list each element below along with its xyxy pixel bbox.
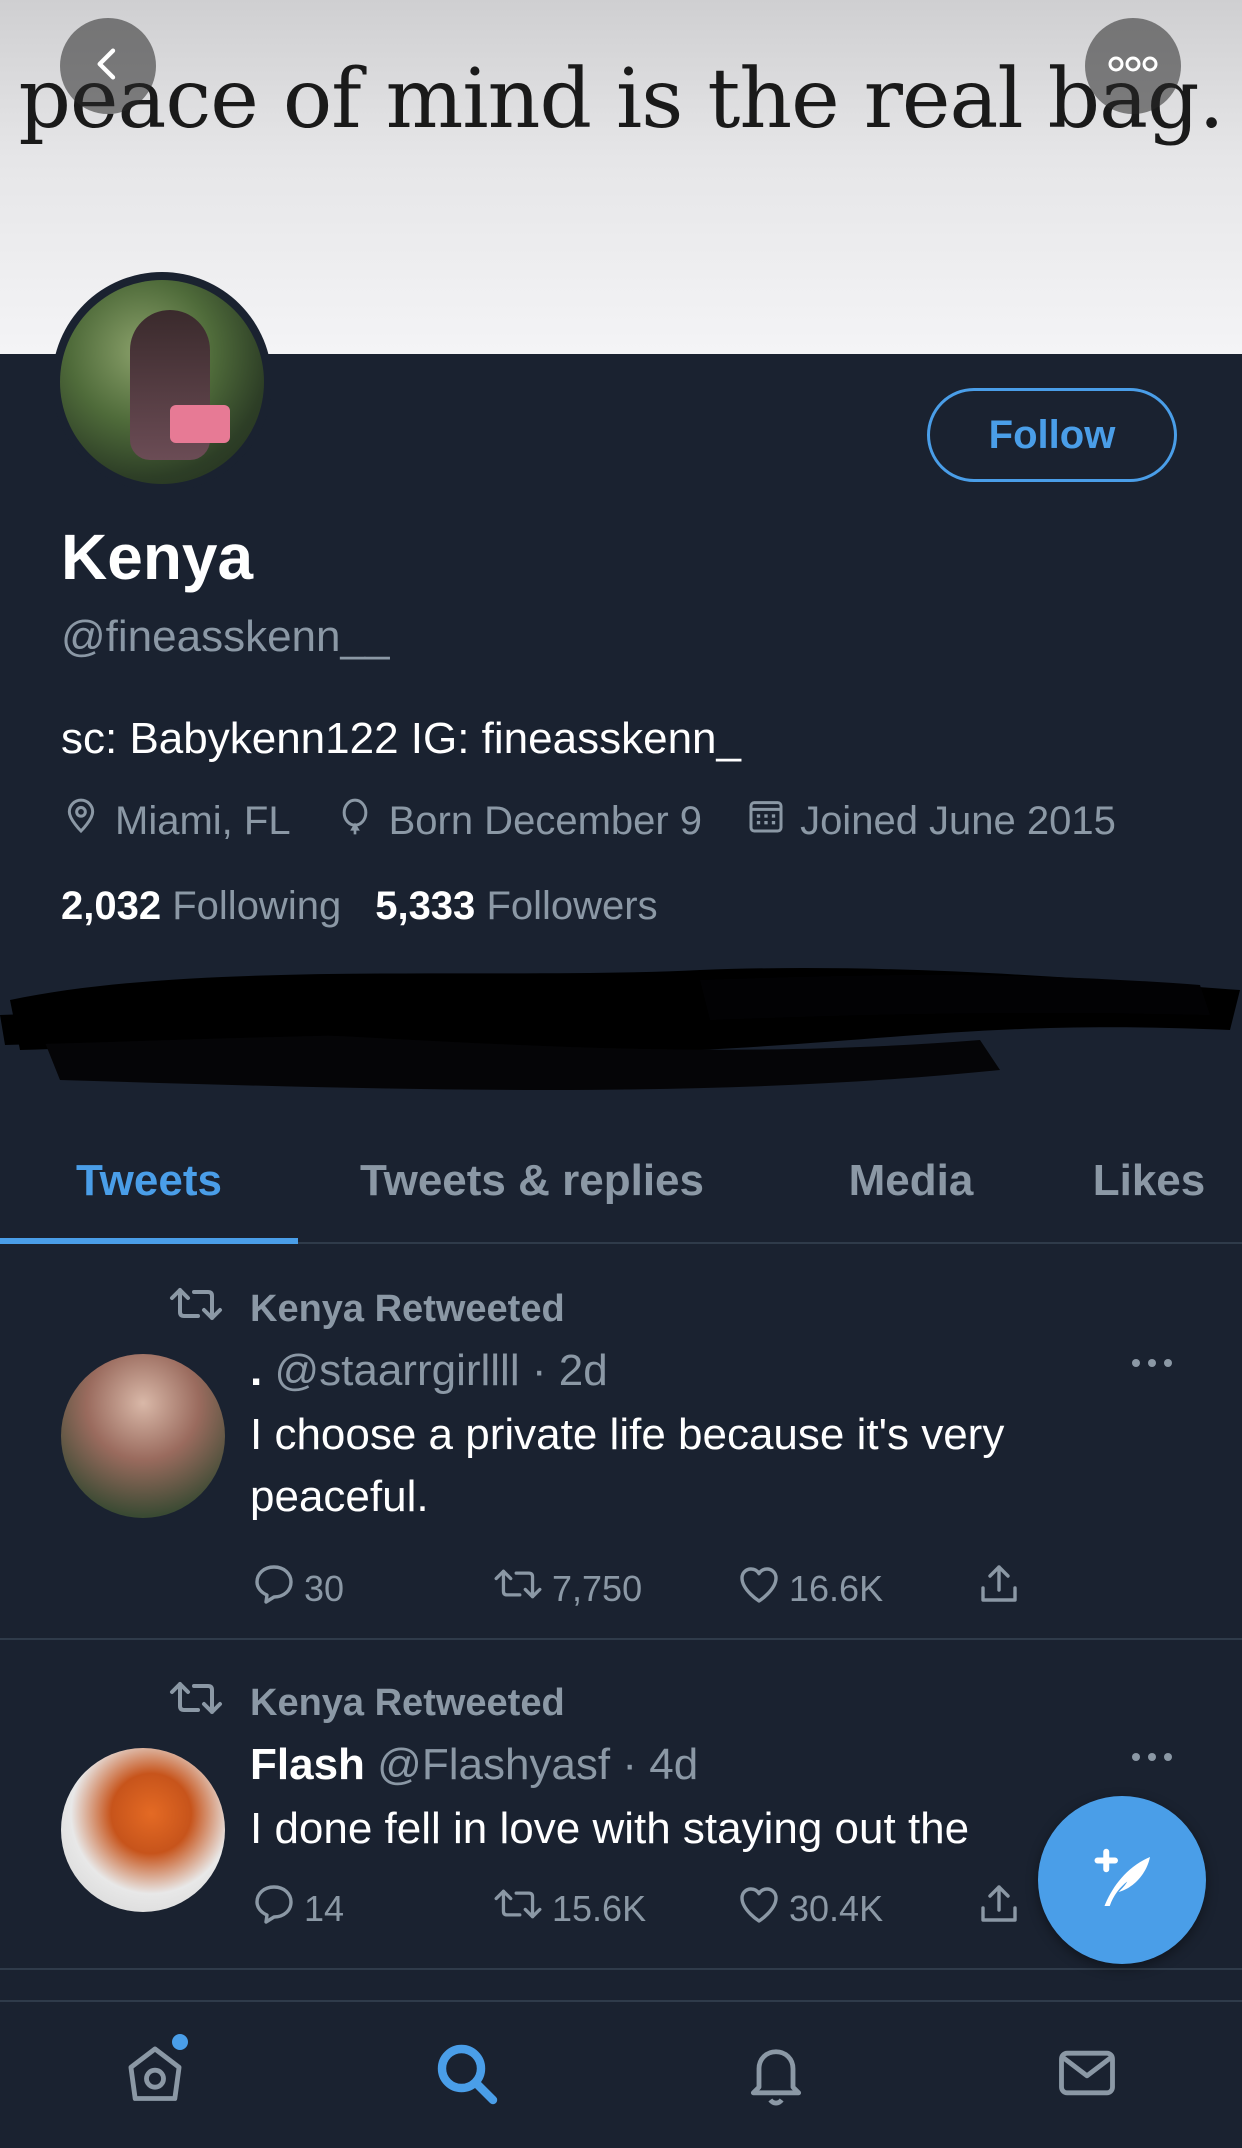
more-options-button[interactable] — [1085, 18, 1181, 114]
birthday-text: Born December 9 — [388, 798, 703, 843]
retweet-button[interactable]: 7,750 — [490, 1564, 735, 1613]
followers-label: Followers — [486, 884, 658, 928]
reply-button[interactable]: 30 — [250, 1560, 490, 1617]
retweet-icon — [490, 1564, 552, 1613]
more-horizontal-icon — [1107, 54, 1159, 79]
compose-tweet-button[interactable] — [1038, 1796, 1206, 1964]
tweet-text: I done fell in love with staying out the — [250, 1804, 970, 1853]
heart-icon — [735, 1880, 789, 1937]
profile-bio: sc: Babykenn122 IG: fineasskenn_ — [61, 714, 741, 763]
profile-tabs: Tweets Tweets & replies Media Likes — [0, 1120, 1242, 1244]
share-button[interactable] — [975, 1560, 1029, 1617]
retweet-count: 7,750 — [552, 1567, 643, 1609]
tweet-author-handle: @Flashyasf — [377, 1740, 611, 1789]
tweet-more-button[interactable] — [1130, 1356, 1174, 1374]
avatar-image — [60, 280, 264, 484]
redaction-scribble — [0, 968, 1240, 1090]
retweet-indicator: Kenya Retweeted — [166, 1282, 565, 1336]
birthday-item: Born December 9 — [335, 796, 702, 846]
tweet-author-name[interactable]: . — [250, 1346, 262, 1395]
retweet-icon — [166, 1676, 250, 1730]
like-button[interactable]: 16.6K — [735, 1560, 975, 1617]
following-count: 2,032 — [61, 884, 162, 928]
tab-tweets-and-replies[interactable]: Tweets & replies — [298, 1120, 766, 1242]
nav-home[interactable] — [0, 2002, 311, 2148]
tweet-author-name[interactable]: Flash — [250, 1740, 365, 1789]
share-button[interactable] — [975, 1880, 1029, 1937]
retweet-button[interactable]: 15.6K — [490, 1884, 735, 1933]
nav-search[interactable] — [311, 2002, 622, 2148]
reply-icon — [250, 1560, 304, 1617]
profile-avatar[interactable] — [52, 272, 272, 492]
retweet-count: 15.6K — [552, 1887, 647, 1929]
bottom-tab-bar — [0, 2000, 1242, 2148]
retweeted-by-text: Kenya Retweeted — [250, 1287, 565, 1330]
joined-text: Joined June 2015 — [800, 798, 1116, 843]
mail-icon — [1053, 2039, 1121, 2112]
share-icon — [975, 1880, 1029, 1937]
tab-media[interactable]: Media — [766, 1120, 1056, 1242]
following-label: Following — [172, 884, 342, 928]
location-item: Miami, FL — [61, 796, 291, 846]
calendar-icon — [746, 796, 800, 846]
tweet-time: 4d — [649, 1740, 699, 1789]
reply-icon — [250, 1880, 304, 1937]
banner-text: peace of mind is the real bag. — [18, 52, 1224, 147]
home-notification-dot — [172, 2034, 188, 2050]
tweet-header: . @staarrgirllll · 2d — [250, 1346, 608, 1395]
heart-icon — [735, 1560, 789, 1617]
reply-count: 14 — [304, 1887, 345, 1929]
profile-name: Kenya — [61, 521, 254, 593]
chevron-left-icon — [88, 44, 128, 89]
location-text: Miami, FL — [115, 798, 291, 843]
tweet-more-button[interactable] — [1130, 1750, 1174, 1768]
bell-icon — [742, 2039, 810, 2112]
follow-button[interactable]: Follow — [927, 388, 1177, 482]
followers-count: 5,333 — [375, 884, 476, 928]
tweet-item[interactable]: Kenya Retweeted . @staarrgirllll · 2d I … — [0, 1246, 1242, 1640]
follow-stats: 2,032 Following 5,333 Followers — [61, 884, 692, 929]
nav-messages[interactable] — [932, 2002, 1242, 2148]
followers-stat[interactable]: 5,333 Followers — [375, 884, 657, 929]
tweet-author-handle: @staarrgirllll — [274, 1346, 520, 1395]
profile-meta: Miami, FL Born December 9 Joined June 20… — [61, 796, 1116, 846]
search-icon — [430, 2037, 502, 2114]
retweet-indicator: Kenya Retweeted — [166, 1676, 565, 1730]
like-count: 16.6K — [789, 1567, 884, 1609]
nav-notifications[interactable] — [621, 2002, 932, 2148]
tweet-author-avatar[interactable] — [61, 1354, 225, 1518]
retweet-icon — [166, 1282, 250, 1336]
tab-tweets[interactable]: Tweets — [0, 1120, 298, 1244]
tweet-author-avatar[interactable] — [61, 1748, 225, 1912]
back-button[interactable] — [60, 18, 156, 114]
following-stat[interactable]: 2,032 Following — [61, 884, 341, 929]
like-count: 30.4K — [789, 1887, 884, 1929]
profile-handle: @fineasskenn__ — [61, 612, 390, 661]
joined-item: Joined June 2015 — [746, 796, 1116, 846]
tweet-actions: 14 15.6K 30.4K — [250, 1880, 1029, 1937]
like-button[interactable]: 30.4K — [735, 1880, 975, 1937]
followed-by-redacted — [0, 940, 1242, 1110]
tweet-text: I choose a private life because it's ver… — [250, 1410, 1005, 1521]
compose-tweet-icon — [1080, 1836, 1164, 1925]
retweeted-by-text: Kenya Retweeted — [250, 1681, 565, 1724]
profile-screen: peace of mind is the real bag. Follow Ke… — [0, 0, 1242, 2148]
balloon-icon — [335, 796, 389, 846]
tweet-time: 2d — [558, 1346, 608, 1395]
tweet-header: Flash @Flashyasf · 4d — [250, 1740, 699, 1789]
reply-button[interactable]: 14 — [250, 1880, 490, 1937]
share-icon — [975, 1560, 1029, 1617]
tab-likes[interactable]: Likes — [1056, 1120, 1242, 1242]
reply-count: 30 — [304, 1567, 345, 1609]
location-pin-icon — [61, 796, 115, 846]
retweet-icon — [490, 1884, 552, 1933]
tweet-actions: 30 7,750 16.6K — [250, 1560, 1029, 1617]
